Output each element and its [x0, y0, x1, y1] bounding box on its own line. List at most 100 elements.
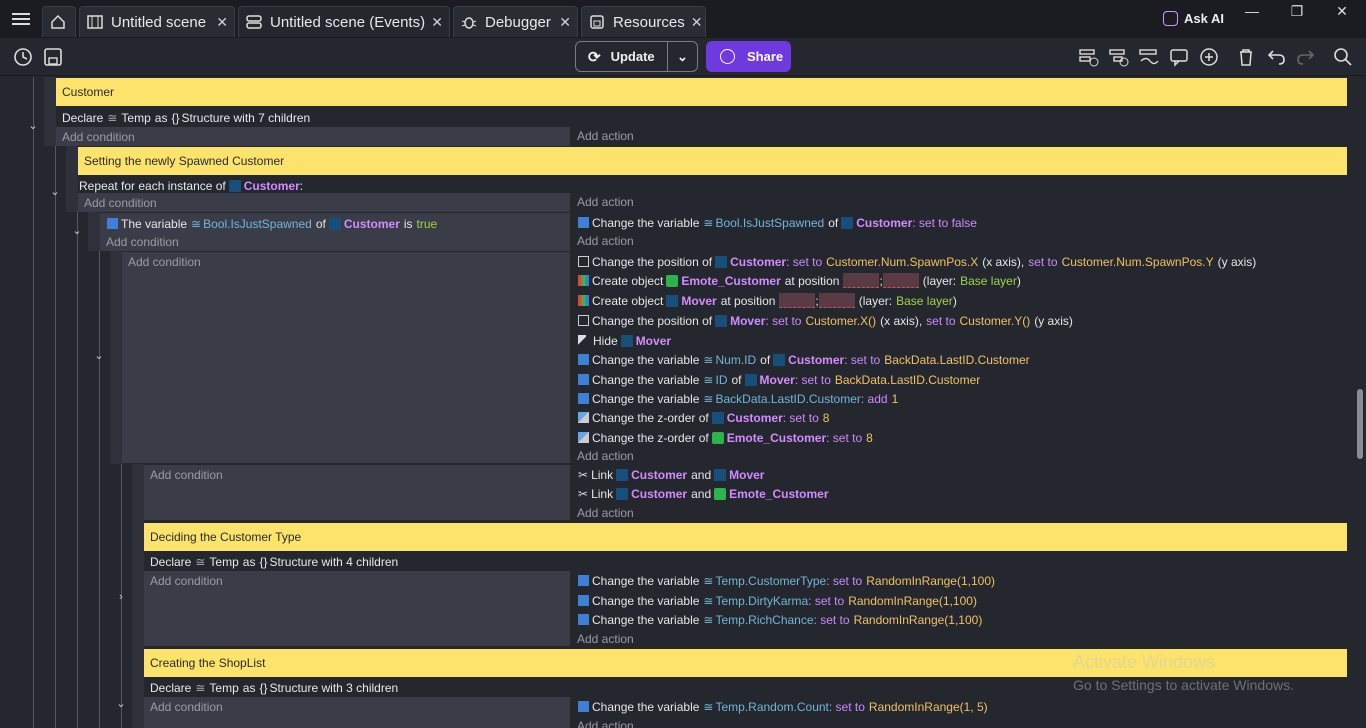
object-name: Customer	[726, 410, 783, 425]
add-condition-label: Add condition	[150, 467, 223, 482]
ask-ai-button[interactable]: Ask AI	[1163, 8, 1229, 28]
tab-scene[interactable]: Untitled scene ✕	[79, 6, 235, 37]
event-gutter	[44, 106, 56, 146]
empty-parameter[interactable]	[882, 273, 919, 288]
object-name: Emote_Customer	[729, 486, 829, 501]
chevron-down-icon[interactable]: ⌄	[93, 349, 105, 362]
operation: : set to	[826, 430, 863, 445]
add-action-label: Add action	[577, 631, 634, 646]
add-action-button[interactable]: Add action	[577, 503, 634, 522]
restore-icon[interactable]: ❐	[1275, 0, 1319, 22]
window-close-icon[interactable]: ✕	[1320, 0, 1364, 22]
close-icon[interactable]: ✕	[425, 14, 443, 31]
add-condition-button[interactable]: Add condition	[56, 127, 570, 146]
chevron-down-icon[interactable]: ⌄	[115, 697, 127, 710]
redo-icon[interactable]	[1295, 46, 1317, 68]
local-variable-declaration[interactable]: Declare ≅ Temp as {} Structure with 7 ch…	[56, 108, 1347, 128]
add-condition-button[interactable]: Add condition	[150, 697, 223, 716]
add-subevent-icon[interactable]	[1108, 46, 1130, 68]
save-icon[interactable]	[42, 46, 64, 68]
comment-event[interactable]: Customer	[56, 78, 1347, 106]
empty-parameter[interactable]	[818, 293, 855, 308]
action-change-variable[interactable]: Change the variable ≅ Temp.Random.Count …	[578, 697, 988, 716]
action-create-object[interactable]: Create object Emote_Customer at position…	[578, 271, 1021, 290]
close-icon[interactable]: ✕	[210, 14, 228, 31]
add-condition-button[interactable]: Add condition	[78, 193, 570, 212]
history-icon[interactable]	[12, 46, 34, 68]
condition-variable[interactable]: The variable ≅ Bool.IsJustSpawned of Cus…	[107, 214, 437, 233]
add-condition-button[interactable]: Add condition	[150, 465, 223, 484]
object-name: Mover	[729, 467, 765, 482]
film-icon	[86, 13, 104, 31]
action-change-variable[interactable]: Change the variable ≅ Num.ID of Customer…	[578, 350, 1030, 369]
action-hide[interactable]: Hide Mover	[578, 331, 671, 350]
vertical-scrollbar[interactable]	[1357, 389, 1363, 459]
close-icon[interactable]: ✕	[685, 14, 703, 31]
action-link[interactable]: ✂ Link Customer and Emote_Customer	[578, 484, 828, 503]
chevron-right-icon[interactable]: ›	[115, 591, 127, 603]
home-icon	[49, 13, 67, 31]
minimize-icon[interactable]: —	[1230, 0, 1274, 22]
tab-debugger[interactable]: Debugger ✕	[453, 6, 578, 37]
menu-icon[interactable]	[10, 9, 32, 29]
action-link[interactable]: ✂ Link Customer and Mover	[578, 465, 764, 484]
action-change-variable[interactable]: Change the variable ≅ ID of Mover : set …	[578, 370, 980, 389]
tab-scene-events[interactable]: Untitled scene (Events) ✕	[238, 6, 450, 37]
object-name: Customer	[788, 352, 845, 367]
undo-icon[interactable]	[1265, 46, 1287, 68]
object-name: Customer	[631, 467, 688, 482]
action-change-zorder[interactable]: Change the z-order of Emote_Customer : s…	[578, 428, 873, 447]
structure-label: Structure with 4 children	[269, 555, 399, 569]
share-button[interactable]: Share	[706, 41, 791, 72]
add-action-button[interactable]: Add action	[577, 446, 634, 465]
search-icon[interactable]	[1332, 46, 1354, 68]
conditions-panel	[122, 252, 570, 463]
action-change-variable[interactable]: Change the variable ≅ Temp.DirtyKarma : …	[578, 591, 977, 610]
local-variable-declaration[interactable]: Declare ≅ Temp as {} Structure with 4 ch…	[144, 552, 1347, 572]
var-icon: ≅	[703, 372, 714, 387]
action-change-variable[interactable]: Change the variable ≅ BackData.LastID.Cu…	[578, 389, 898, 408]
action-change-position[interactable]: Change the position of Mover : set to Cu…	[578, 311, 1073, 330]
add-circle-icon[interactable]	[1198, 46, 1220, 68]
add-comment-icon[interactable]	[1168, 46, 1190, 68]
var-icon: ≅	[703, 699, 714, 714]
add-action-button[interactable]: Add action	[577, 231, 634, 250]
action-change-variable[interactable]: Change the variable ≅ Temp.CustomerType …	[578, 571, 995, 590]
comment-event[interactable]: Setting the newly Spawned Customer	[78, 147, 1347, 175]
chevron-down-icon[interactable]: ⌄	[27, 119, 39, 132]
declare-label: Declare	[62, 111, 104, 125]
action-change-variable[interactable]: Change the variable ≅ Bool.IsJustSpawned…	[578, 213, 977, 232]
update-button[interactable]: ⟳ Update	[575, 41, 668, 72]
empty-parameter[interactable]	[843, 273, 880, 288]
operation: : set to	[782, 410, 819, 425]
update-dropdown[interactable]: ⌄	[667, 41, 698, 72]
tab-home[interactable]	[42, 6, 76, 37]
delete-icon[interactable]	[1235, 46, 1257, 68]
empty-parameter[interactable]	[779, 293, 816, 308]
add-action-button[interactable]: Add action	[577, 126, 634, 145]
object-name: Mover	[635, 333, 672, 348]
action-text: Change the variable	[592, 699, 700, 714]
add-condition-button[interactable]: Add condition	[150, 571, 223, 590]
add-condition-button[interactable]: Add condition	[128, 252, 201, 271]
event-gutter	[110, 251, 122, 464]
add-event-icon[interactable]	[1078, 46, 1100, 68]
add-action-button[interactable]: Add action	[577, 192, 634, 211]
action-change-position[interactable]: Change the position of Customer : set to…	[578, 252, 1256, 271]
action-change-zorder[interactable]: Change the z-order of Customer : set to …	[578, 408, 829, 427]
declare-label: Declare	[150, 681, 192, 695]
add-condition-button[interactable]: Add condition	[106, 232, 179, 251]
add-action-button[interactable]: Add action	[577, 629, 634, 648]
chevron-down-icon[interactable]: ⌄	[49, 185, 61, 198]
action-change-variable[interactable]: Change the variable ≅ Temp.RichChance : …	[578, 610, 982, 629]
close-icon[interactable]: ✕	[553, 14, 571, 31]
add-other-icon[interactable]	[1138, 46, 1160, 68]
comment-event[interactable]: Deciding the Customer Type	[144, 523, 1347, 551]
object-name: Customer	[730, 254, 787, 269]
variable-name: Temp.RichChance	[715, 612, 814, 627]
add-action-button[interactable]: Add action	[577, 716, 634, 728]
tab-resources[interactable]: Resources ✕	[581, 6, 706, 37]
action-create-object[interactable]: Create object Mover at position ; (layer…	[578, 291, 957, 310]
chevron-down-icon[interactable]: ⌄	[71, 224, 83, 237]
comment-text: Creating the ShopList	[150, 656, 266, 670]
